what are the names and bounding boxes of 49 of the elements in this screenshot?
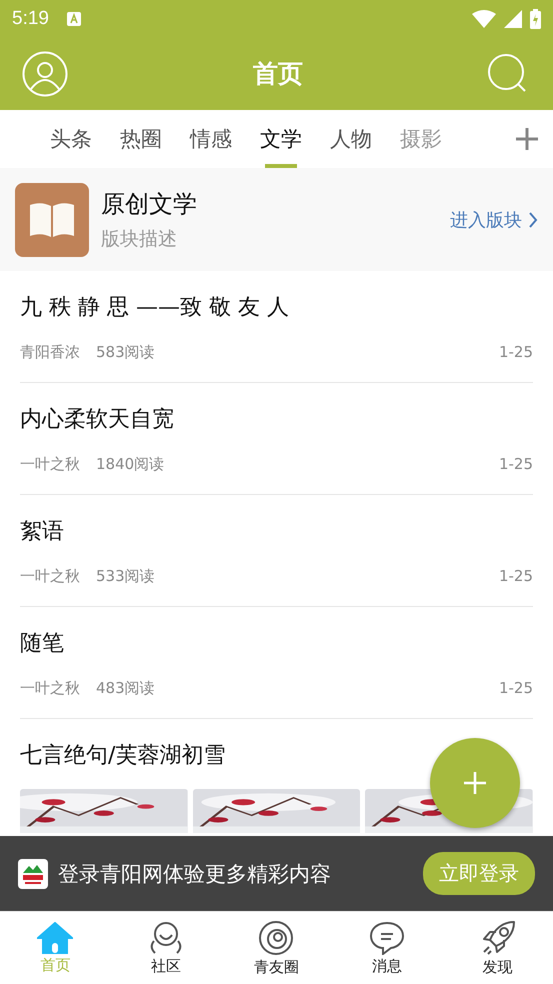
post-title[interactable]: 随笔	[20, 629, 533, 659]
post-author: 青阳香浓	[20, 343, 80, 362]
people-icon	[148, 921, 184, 955]
post-author: 一叶之秋	[20, 679, 80, 698]
read-count: 533阅读	[96, 567, 155, 586]
enter-forum-link[interactable]: 进入版块	[450, 208, 538, 232]
search-icon[interactable]	[488, 54, 528, 94]
post-title[interactable]: 絮语	[20, 517, 533, 547]
post-title[interactable]: 内心柔软天自宽	[20, 405, 533, 435]
category-tab[interactable]: 情感	[176, 110, 246, 168]
orbit-icon	[258, 920, 294, 956]
post-author: 一叶之秋	[20, 567, 80, 586]
keyboard-icon	[66, 12, 81, 26]
signal-icon	[504, 10, 522, 28]
logo-icon	[18, 858, 48, 888]
book-icon	[15, 182, 89, 256]
post-date: 1-25	[498, 567, 533, 586]
nav-item[interactable]: 青友圈	[221, 912, 332, 984]
category-tab[interactable]: 文学	[246, 110, 316, 168]
battery-icon	[530, 8, 541, 28]
forum-description: 版块描述	[101, 226, 178, 252]
post-date: 1-25	[498, 455, 533, 474]
category-tab[interactable]: 人物	[316, 110, 386, 168]
post-title[interactable]: 九 秩 静 思 ——致 敬 友 人	[20, 293, 533, 323]
add-icon[interactable]	[515, 127, 539, 151]
chevron-right-icon	[528, 212, 538, 228]
category-tab[interactable]: 头条	[36, 110, 106, 168]
read-count: 483阅读	[96, 679, 155, 698]
login-prompt: 登录青阳网体验更多精彩内容	[58, 860, 331, 888]
category-tab[interactable]: 热圈	[106, 110, 176, 168]
forum-card[interactable]: 原创文学 版块描述 进入版块	[0, 168, 553, 271]
nav-item[interactable]: 社区	[110, 912, 222, 984]
post-date: 1-25	[498, 679, 533, 698]
forum-name: 原创文学	[101, 188, 198, 220]
profile-icon[interactable]	[22, 50, 68, 96]
post-author: 一叶之秋	[20, 455, 80, 474]
chat-icon	[369, 921, 406, 955]
read-count: 1840阅读	[96, 455, 164, 474]
page-title: 首页	[253, 58, 303, 90]
plus-icon	[464, 772, 486, 794]
post-title[interactable]: 七言绝句/芙蓉湖初雪	[20, 741, 533, 771]
post-date: 1-25	[498, 343, 533, 362]
read-count: 583阅读	[96, 343, 155, 362]
add-post-button[interactable]	[430, 738, 520, 828]
wifi-icon	[472, 10, 496, 28]
nav-item[interactable]: 消息	[332, 912, 442, 984]
nav-item[interactable]: 发现	[442, 912, 553, 984]
home-icon	[37, 922, 74, 954]
status-time: 5:19	[12, 8, 49, 30]
